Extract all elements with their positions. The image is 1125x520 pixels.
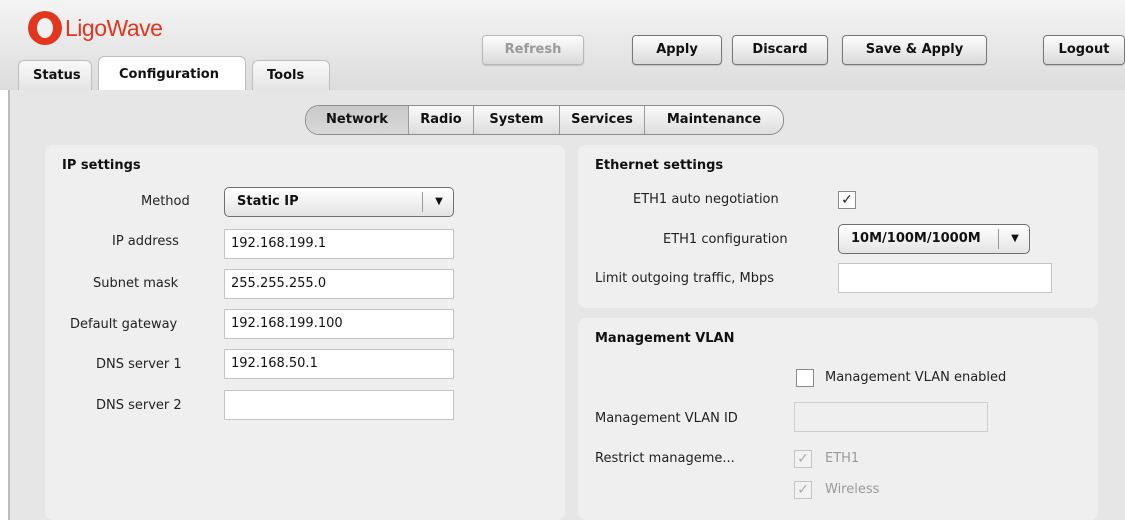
- wireless-restrict-checkbox[interactable]: ✓: [794, 481, 812, 499]
- dns-server-1-label: DNS server 1: [96, 357, 182, 372]
- eth1-configuration-value: 10M/100M/1000M: [851, 231, 981, 246]
- limit-outgoing-traffic-input[interactable]: [838, 263, 1052, 293]
- select-separator: [422, 192, 423, 212]
- logout-button[interactable]: Logout: [1043, 35, 1125, 65]
- logo-icon: [28, 11, 62, 45]
- tab-status[interactable]: Status: [18, 60, 92, 90]
- management-vlan-enabled-checkbox[interactable]: [796, 369, 814, 387]
- management-vlan-enabled-label: Management VLAN enabled: [825, 370, 1007, 385]
- ip-address-input[interactable]: 192.168.199.1: [224, 229, 454, 259]
- eth1-autoneg-label: ETH1 auto negotiation: [633, 192, 779, 207]
- check-icon: ✓: [797, 482, 809, 498]
- eth1-configuration-select[interactable]: 10M/100M/1000M ▼: [838, 224, 1030, 254]
- method-select-value: Static IP: [237, 194, 299, 209]
- eth1-restrict-label: ETH1: [825, 451, 860, 466]
- ip-settings-title: IP settings: [62, 158, 141, 173]
- subnet-mask-label: Subnet mask: [93, 276, 179, 291]
- select-separator: [998, 229, 999, 249]
- subtab-system[interactable]: System: [474, 106, 560, 134]
- subtab-radio[interactable]: Radio: [409, 106, 474, 134]
- chevron-down-icon: ▼: [1011, 233, 1019, 244]
- method-select[interactable]: Static IP ▼: [224, 187, 454, 217]
- tab-configuration[interactable]: Configuration: [98, 56, 246, 90]
- ethernet-settings-title: Ethernet settings: [595, 158, 724, 173]
- wireless-restrict-label: Wireless: [825, 482, 880, 497]
- main-tabs: Status Configuration Tools: [18, 56, 336, 90]
- discard-button[interactable]: Discard: [732, 35, 828, 65]
- subtab-maintenance[interactable]: Maintenance: [645, 106, 783, 134]
- limit-outgoing-traffic-label: Limit outgoing traffic, Mbps: [595, 271, 774, 286]
- subtab-network[interactable]: Network: [306, 106, 409, 134]
- eth1-autoneg-checkbox[interactable]: ✓: [838, 191, 856, 209]
- sub-tabs: Network Radio System Services Maintenanc…: [305, 105, 784, 135]
- management-vlan-id-input[interactable]: [794, 402, 988, 432]
- eth1-restrict-checkbox[interactable]: ✓: [794, 450, 812, 468]
- ligowave-logo: LigoWave: [28, 10, 163, 46]
- eth1-configuration-label: ETH1 configuration: [663, 232, 788, 247]
- tab-tools[interactable]: Tools: [252, 60, 330, 90]
- management-vlan-id-label: Management VLAN ID: [595, 411, 738, 426]
- default-gateway-label: Default gateway: [70, 317, 178, 332]
- restrict-management-label: Restrict manageme...: [595, 451, 735, 466]
- check-icon: ✓: [797, 451, 809, 467]
- save-apply-button[interactable]: Save & Apply: [842, 35, 987, 65]
- dns-server-2-input[interactable]: [224, 390, 454, 420]
- apply-button[interactable]: Apply: [632, 35, 722, 65]
- subnet-mask-input[interactable]: 255.255.255.0: [224, 269, 454, 299]
- ip-address-label: IP address: [112, 234, 179, 249]
- dns-server-1-input[interactable]: 192.168.50.1: [224, 349, 454, 379]
- management-vlan-title: Management VLAN: [595, 331, 735, 346]
- chevron-down-icon: ▼: [435, 196, 443, 207]
- logo-text: LigoWave: [65, 14, 163, 41]
- default-gateway-input[interactable]: 192.168.199.100: [224, 309, 454, 339]
- subtab-services[interactable]: Services: [560, 106, 645, 134]
- refresh-button[interactable]: Refresh: [482, 35, 584, 65]
- check-icon: ✓: [841, 192, 853, 208]
- header-bar: LigoWave Status Configuration Tools Refr…: [0, 0, 1125, 90]
- method-label: Method: [141, 194, 190, 209]
- dns-server-2-label: DNS server 2: [96, 398, 182, 413]
